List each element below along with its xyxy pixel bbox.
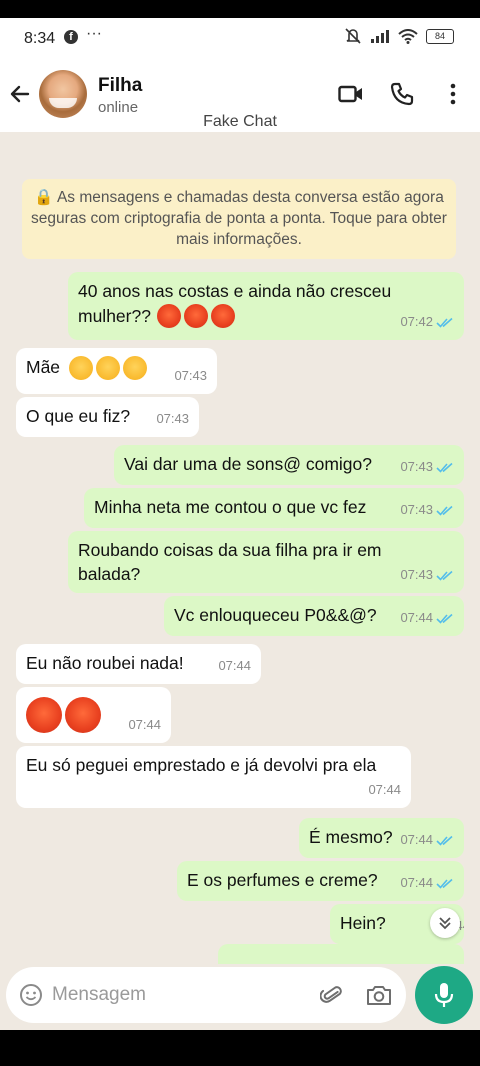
encryption-notice[interactable]: 🔒 As mensagens e chamadas desta conversa… (22, 179, 456, 259)
message-time: 07:44 (400, 610, 433, 625)
message-text: E os perfumes e creme? (187, 870, 378, 890)
message-text: balada? (78, 564, 141, 584)
read-receipt-icon (436, 613, 453, 624)
message-text: Roubando coisas da sua filha pra ir em (78, 540, 382, 560)
message-meta: 07:42 (400, 310, 454, 334)
facebook-icon: f (64, 30, 78, 44)
phone-call-icon[interactable] (390, 82, 414, 106)
message-time: 07:43 (174, 368, 207, 383)
message-meta: 07:43 (400, 498, 454, 522)
message-outgoing[interactable]: Vc enlouqueceu P0&&@? 07:44 (164, 596, 464, 636)
status-icons: 84 (344, 28, 454, 44)
contact-name[interactable]: Filha (98, 75, 142, 97)
message-text: mulher?? (78, 305, 151, 326)
message-text: Hein? (340, 913, 386, 933)
attach-icon[interactable] (320, 983, 344, 1007)
message-meta: 07:43 (400, 455, 454, 479)
message-meta: 07:44 (400, 828, 454, 852)
read-receipt-icon (436, 317, 453, 328)
avatar[interactable] (39, 70, 87, 118)
message-composer: Mensagem (0, 964, 480, 1030)
message-incoming[interactable]: O que eu fiz? 07:43 (16, 397, 199, 437)
angry-emoji-icon (26, 697, 104, 733)
message-text: É mesmo? (309, 827, 393, 847)
message-text: Eu só peguei emprestado e já devolvi pra… (26, 755, 377, 775)
status-time: 8:34 (24, 30, 56, 47)
message-incoming[interactable]: Mãe 07:43 (16, 348, 217, 394)
camera-icon[interactable] (366, 983, 392, 1007)
message-time: 07:43 (400, 567, 433, 582)
message-text: 40 anos nas costas e ainda não cresceu (78, 281, 392, 301)
wifi-icon (398, 28, 418, 44)
voice-message-button[interactable] (415, 966, 473, 1024)
message-meta: 07:43 (400, 563, 454, 587)
mute-vibrate-icon (345, 28, 361, 44)
more-options-icon[interactable] (448, 82, 458, 106)
message-placeholder: Mensagem (52, 984, 146, 1005)
chat-area[interactable]: 🔒 As mensagens e chamadas desta conversa… (0, 132, 480, 964)
message-meta: 07:44 (400, 871, 454, 895)
scroll-down-button[interactable] (430, 908, 460, 938)
message-time: 07:43 (156, 411, 189, 426)
message-time: 07:44 (400, 875, 433, 890)
double-chevron-down-icon (439, 917, 451, 930)
message-outgoing[interactable]: E os perfumes e creme? 07:44 (177, 861, 464, 901)
message-outgoing[interactable]: Roubando coisas da sua filha pra ir em b… (68, 531, 464, 593)
message-meta: 07:44 (400, 606, 454, 630)
battery-icon: 84 (426, 28, 454, 44)
message-text: Eu não roubei nada! (26, 653, 184, 673)
read-receipt-icon (436, 878, 453, 889)
message-text: Mãe (26, 357, 61, 377)
message-text: O que eu fiz? (26, 406, 131, 426)
angry-emoji-icon (156, 303, 238, 329)
read-receipt-icon (436, 570, 453, 581)
message-text: Vai dar uma de sons@ comigo? (124, 454, 372, 474)
message-time: 07:44 (400, 832, 433, 847)
status-bar: 8:34 f ··· 84 (0, 18, 480, 60)
message-incoming[interactable]: 07:44 (16, 687, 171, 743)
message-time: 07:44 (218, 658, 251, 673)
message-time: 07:43 (400, 459, 433, 474)
message-input[interactable]: Mensagem (6, 967, 406, 1023)
message-outgoing[interactable]: 40 anos nas costas e ainda não cresceu m… (68, 272, 464, 340)
video-call-icon[interactable] (338, 82, 364, 106)
message-text: Minha neta me contou o que vc fez (94, 497, 367, 517)
emoji-icon[interactable] (19, 983, 43, 1007)
back-arrow-icon[interactable] (8, 82, 32, 106)
message-text: Vc enlouqueceu P0&&@? (174, 605, 377, 625)
system-nav-bar (0, 1030, 480, 1066)
flushed-emoji-icon (68, 356, 150, 381)
message-outgoing[interactable] (218, 944, 464, 964)
signal-icon (371, 30, 389, 43)
read-receipt-icon (436, 835, 453, 846)
watermark-label: Fake Chat (203, 113, 277, 130)
message-time: 07:42 (400, 314, 433, 329)
message-outgoing[interactable]: É mesmo? 07:44 (299, 818, 464, 858)
message-incoming[interactable]: Eu só peguei emprestado e já devolvi pra… (16, 746, 411, 808)
message-time: 07:44 (128, 717, 161, 732)
message-time: 07:44 (368, 782, 401, 797)
read-receipt-icon (436, 505, 453, 516)
read-receipt-icon (436, 462, 453, 473)
message-incoming[interactable]: Eu não roubei nada! 07:44 (16, 644, 261, 684)
message-outgoing[interactable]: Minha neta me contou o que vc fez 07:43 (84, 488, 464, 528)
message-outgoing[interactable]: Vai dar uma de sons@ comigo? 07:43 (114, 445, 464, 485)
microphone-icon (434, 983, 454, 1007)
more-notifications-icon: ··· (86, 25, 102, 42)
message-time: 07:43 (400, 502, 433, 517)
